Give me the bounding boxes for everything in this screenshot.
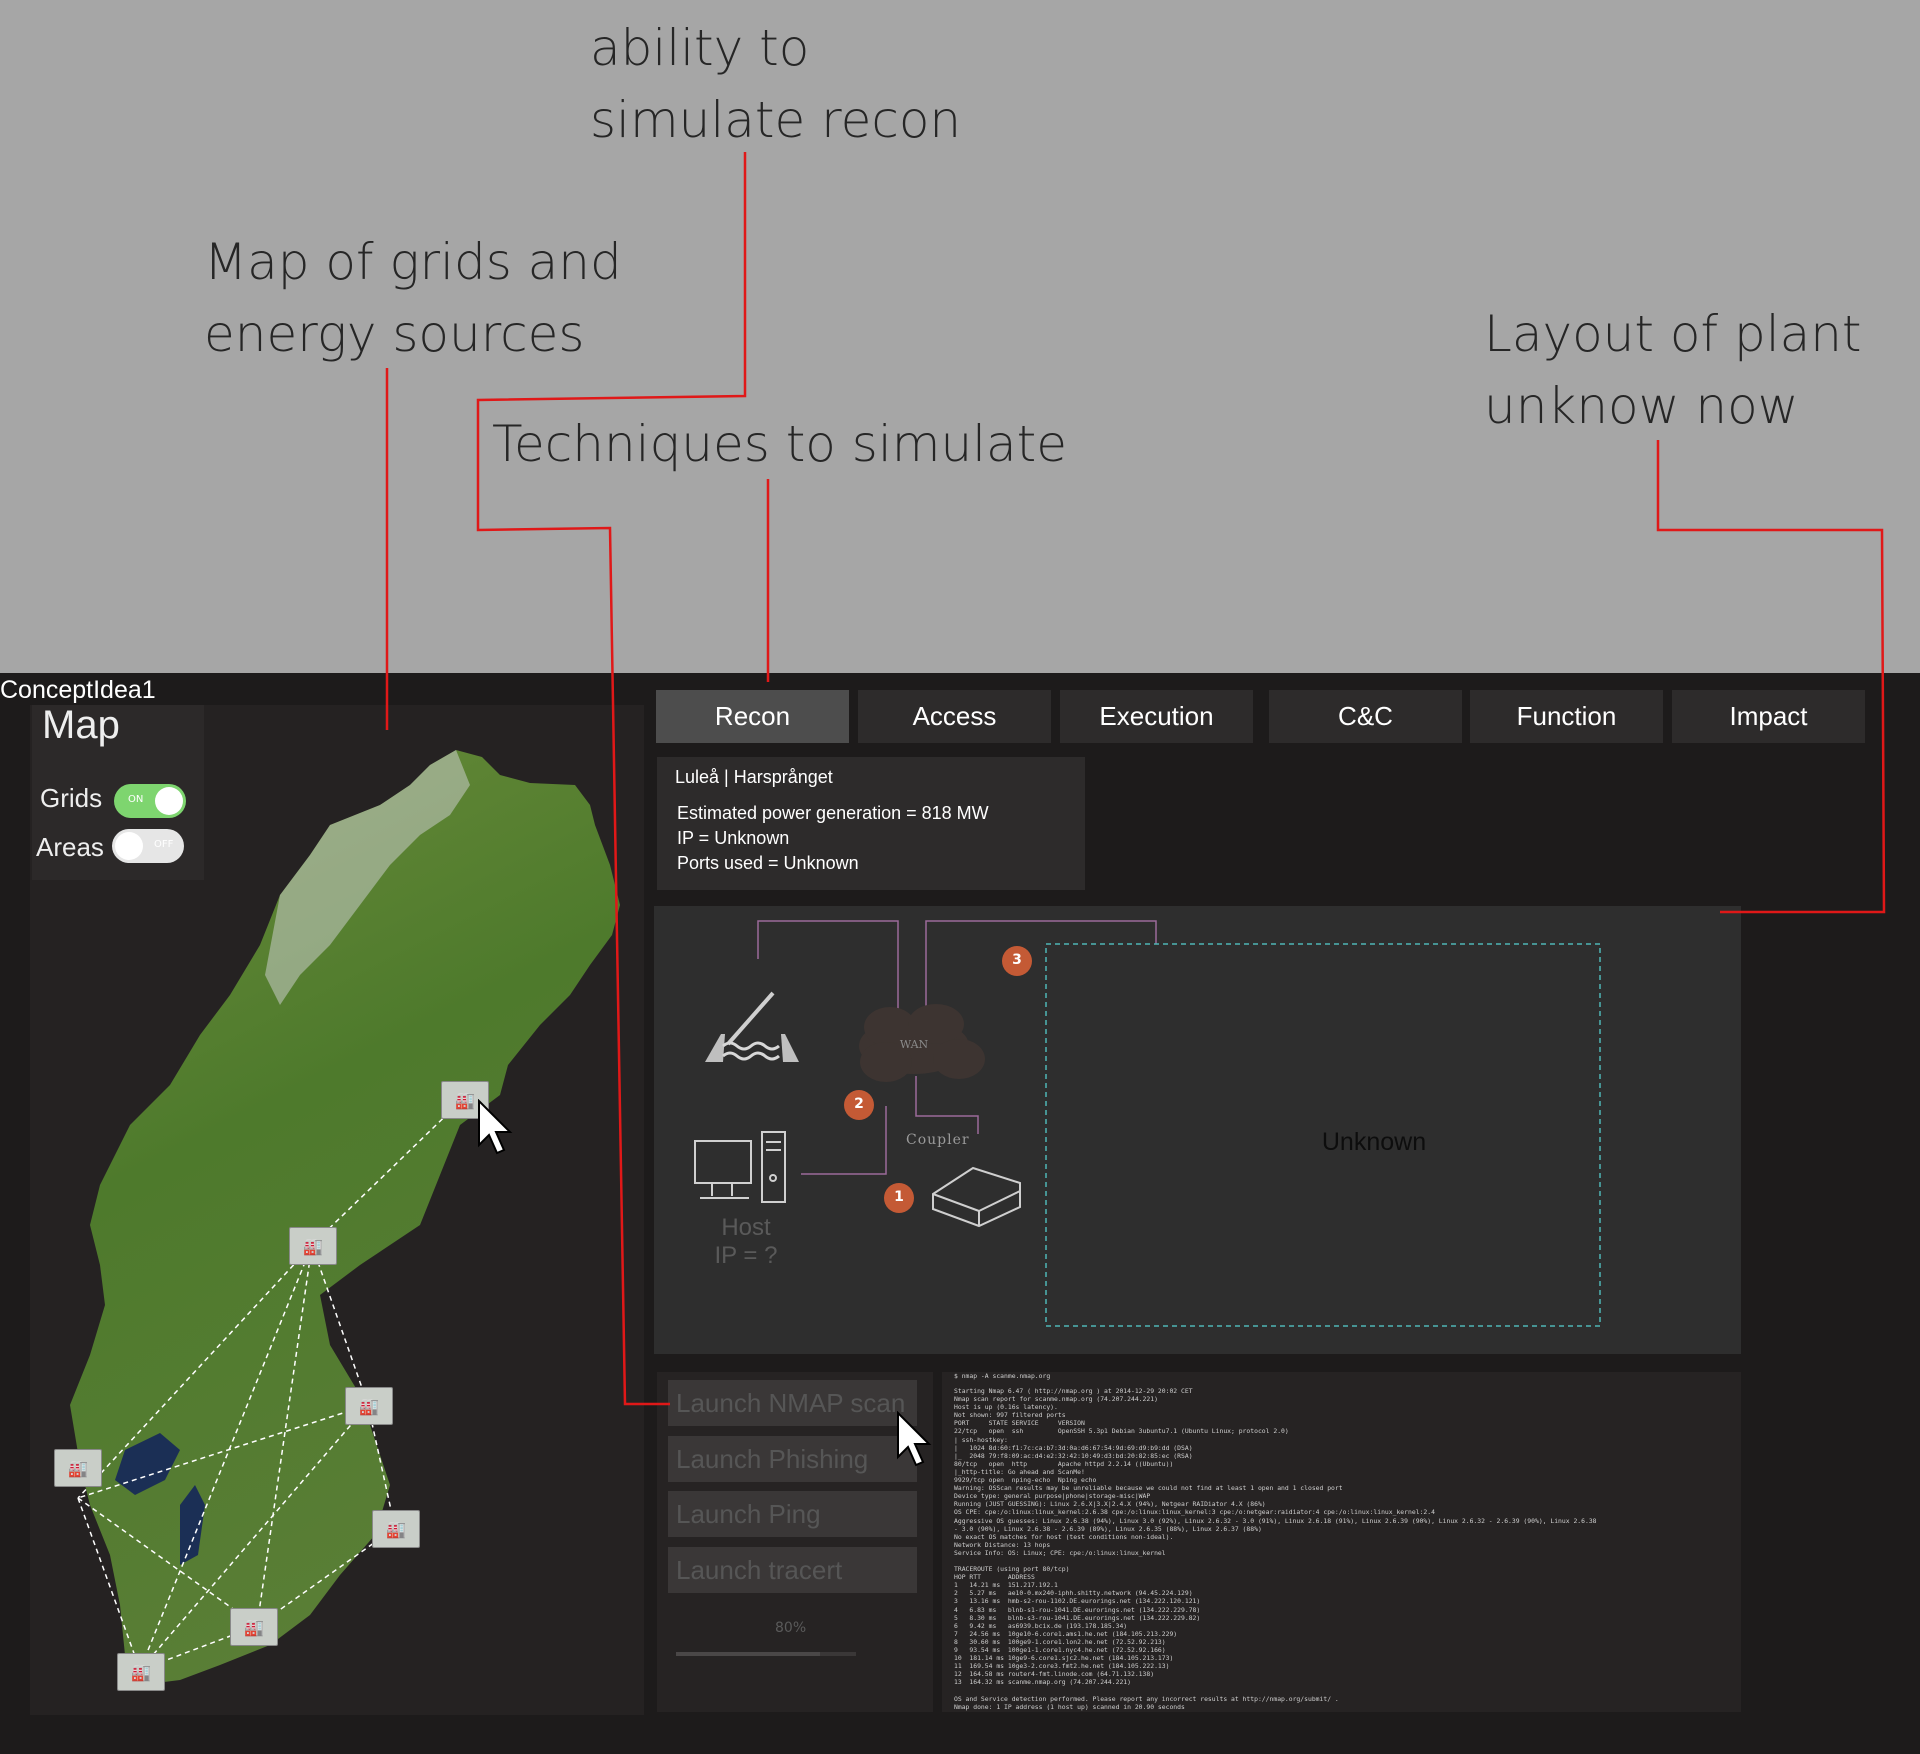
annotation-connectors (385, 152, 1886, 1406)
